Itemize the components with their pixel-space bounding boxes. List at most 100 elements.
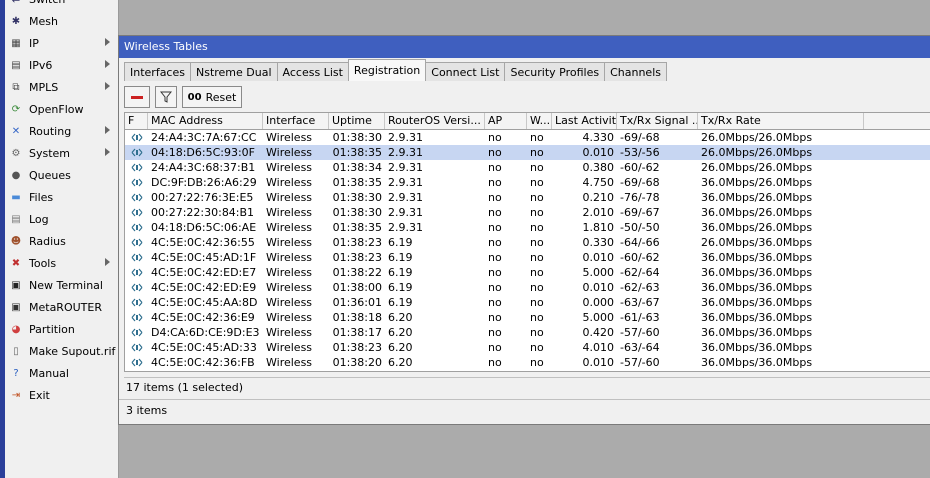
window-titlebar[interactable]: Wireless Tables — [119, 36, 930, 58]
table-row[interactable]: 4C:5E:0C:42:ED:E7 Wireless 01:38:22 6.19 no n… — [125, 265, 930, 280]
cell-iface: Wireless — [266, 206, 313, 219]
table-row[interactable]: 4C:5E:0C:45:AD:1F Wireless 01:38:23 6.19 no n… — [125, 250, 930, 265]
cell-signal: -63/-64 — [620, 341, 660, 354]
cell-mac: 04:18:D6:5C:93:0F — [151, 146, 255, 159]
table-row[interactable]: 4C:5E:0C:45:AA:8D Wireless 01:36:01 6.19 no n… — [125, 295, 930, 310]
sidebar-item-tools[interactable]: ✖ Tools — [5, 252, 118, 274]
sidebar-item-label: Make Supout.rif — [29, 344, 116, 358]
column-header[interactable]: RouterOS Versi... — [385, 113, 485, 129]
tab-connect-list[interactable]: Connect List — [425, 62, 506, 81]
sidebar-item-ip[interactable]: ▦ IP — [5, 32, 118, 54]
cell-w: no — [530, 206, 544, 219]
table-row[interactable]: 24:A4:3C:68:37:B1 Wireless 01:38:34 2.9.31 n… — [125, 160, 930, 175]
sidebar-item-ipv6[interactable]: ▤ IPv6 — [5, 54, 118, 76]
cell-ros: 6.19 — [388, 251, 413, 264]
cell-rate: 36.0Mbps/36.0Mbps — [701, 341, 813, 354]
reset-button[interactable]: 00 Reset — [182, 86, 242, 108]
cell-ros: 6.20 — [385, 370, 485, 371]
cell-mac: 24:A4:3C:68:37:B1 — [151, 161, 256, 174]
sidebar-item-metarouter[interactable]: ▣ MetaROUTER — [5, 296, 118, 318]
wireless-client-icon — [131, 223, 143, 232]
sidebar-item-label: MPLS — [29, 80, 59, 94]
item-count-status: 17 items (1 selected) — [126, 381, 244, 394]
table-row[interactable]: 04:18:D6:5C:93:0F Wireless 01:38:35 2.9.31 n… — [125, 145, 930, 160]
cell-uptime: 01:38:23 — [332, 251, 382, 264]
column-header[interactable]: F — [125, 113, 148, 129]
tab-security-profiles[interactable]: Security Profiles — [504, 62, 606, 81]
wireless-client-icon — [131, 268, 143, 277]
cell-rate: 26.0Mbps/26.0Mbps — [701, 146, 813, 159]
wireless-client-icon — [131, 193, 143, 202]
sidebar-item-exit[interactable]: ⇥ Exit — [5, 384, 118, 406]
cell-mac: 4C:5E:0C:42:ED:E9 — [151, 281, 257, 294]
sidebar-item-mpls[interactable]: ⧉ MPLS — [5, 76, 118, 98]
sidebar-item-files[interactable]: ▬ Files — [5, 186, 118, 208]
column-header[interactable]: MAC Address — [148, 113, 263, 129]
cell-last: 4.380 — [552, 370, 617, 371]
cell-ros: 6.20 — [388, 311, 413, 324]
cell-ap: no — [488, 341, 502, 354]
table-row[interactable]: D4:CA:6D:CE:9D:E3 Wireless 01:38:17 6.20 no n… — [125, 325, 930, 340]
cell-w: no — [530, 221, 544, 234]
table-row[interactable]: 04:18:D6:5C:06:AE Wireless 01:38:35 2.9.31 n… — [125, 220, 930, 235]
column-header[interactable]: Interface — [263, 113, 329, 129]
tab-channels[interactable]: Channels — [604, 62, 667, 81]
cell-mac: 4C:5E:0C:42:37:1D — [148, 370, 263, 371]
sidebar-item-log[interactable]: ▤ Log — [5, 208, 118, 230]
table-row[interactable]: DC:9F:DB:26:A6:29 Wireless 01:38:35 2.9.31 n… — [125, 175, 930, 190]
sidebar-item-mesh[interactable]: ✱ Mesh — [5, 10, 118, 32]
sidebar-item-queues[interactable]: ● Queues — [5, 164, 118, 186]
remove-button[interactable] — [124, 86, 150, 108]
table-row[interactable]: 4C:5E:0C:45:AD:33 Wireless 01:38:23 6.20 no n… — [125, 340, 930, 355]
cell-uptime: 01:38:35 — [332, 221, 382, 234]
sidebar-item-radius[interactable]: ☻ Radius — [5, 230, 118, 252]
cell-last: 4.010 — [582, 341, 615, 354]
sidebar-item-manual[interactable]: ? Manual — [5, 362, 118, 384]
sidebar-item-label: Partition — [29, 322, 75, 336]
table-row[interactable]: 4C:5E:0C:42:37:1DWireless01:38:236.20non… — [125, 370, 930, 371]
sidebar-item-make-supout-rif[interactable]: ▯ Make Supout.rif — [5, 340, 118, 362]
table-row[interactable]: 24:A4:3C:7A:67:CC Wireless 01:38:30 2.9.31 n… — [125, 130, 930, 145]
cell-rate: 26.0Mbps/36.0Mbps — [701, 236, 813, 249]
table-row[interactable]: 00:27:22:76:3E:E5 Wireless 01:38:30 2.9.31 n… — [125, 190, 930, 205]
cell-uptime: 01:38:22 — [332, 266, 382, 279]
sidebar-item-system[interactable]: ⚙ System — [5, 142, 118, 164]
sidebar-item-new-terminal[interactable]: ▣ New Terminal — [5, 274, 118, 296]
column-header[interactable]: AP — [485, 113, 527, 129]
sidebar-item-switch[interactable]: ⇄ Switch — [5, 0, 118, 10]
column-header[interactable]: Uptime — [329, 113, 385, 129]
wrench-icon: ✖ — [11, 257, 21, 269]
sidebar-item-label: MetaROUTER — [29, 300, 102, 314]
sidebar-item-label: Exit — [29, 388, 50, 402]
column-header[interactable]: Tx/Rx Rate — [698, 113, 864, 129]
cell-uptime: 01:38:18 — [332, 311, 382, 324]
cell-rate: 36.0Mbps/36.0Mbps — [701, 281, 813, 294]
sidebar-item-partition[interactable]: ◕ Partition — [5, 318, 118, 340]
sidebar-item-routing[interactable]: ✕ Routing — [5, 120, 118, 142]
table-row[interactable]: 4C:5E:0C:42:36:FB Wireless 01:38:20 6.20 no n… — [125, 355, 930, 370]
table-row[interactable]: 4C:5E:0C:42:36:55 Wireless 01:38:23 6.19 no n… — [125, 235, 930, 250]
tab-registration[interactable]: Registration — [347, 59, 427, 81]
tab-access-list[interactable]: Access List — [276, 62, 349, 81]
cell-rate: 36.0Mbps/36.0Mbps — [698, 370, 864, 371]
cell-mac: D4:CA:6D:CE:9D:E3 — [151, 326, 260, 339]
wireless-client-icon — [131, 343, 143, 352]
tab-interfaces[interactable]: Interfaces — [124, 62, 191, 81]
tab-nstreme-dual[interactable]: Nstreme Dual — [189, 62, 278, 81]
wireless-client-icon — [131, 298, 143, 307]
table-row[interactable]: 4C:5E:0C:42:36:E9 Wireless 01:38:18 6.20 no n… — [125, 310, 930, 325]
table-row[interactable]: 4C:5E:0C:42:ED:E9 Wireless 01:38:00 6.19 no n… — [125, 280, 930, 295]
filter-button[interactable] — [155, 86, 177, 108]
column-header[interactable]: W... — [527, 113, 552, 129]
submenu-arrow-icon — [105, 148, 110, 156]
sidebar-item-openflow[interactable]: ⟳ OpenFlow — [5, 98, 118, 120]
cell-signal: -57/-60 — [620, 326, 660, 339]
column-header[interactable]: Last Activit... — [552, 113, 617, 129]
column-header[interactable]: Tx/Rx Signal ... — [617, 113, 698, 129]
cell-w: no — [530, 266, 544, 279]
cell-ap: no — [488, 356, 502, 369]
folder-icon: ▬ — [11, 191, 21, 203]
table-row[interactable]: 00:27:22:30:84:B1 Wireless 01:38:30 2.9.31 n… — [125, 205, 930, 220]
cell-uptime: 01:38:00 — [332, 281, 382, 294]
pie-icon: ◕ — [11, 323, 21, 335]
